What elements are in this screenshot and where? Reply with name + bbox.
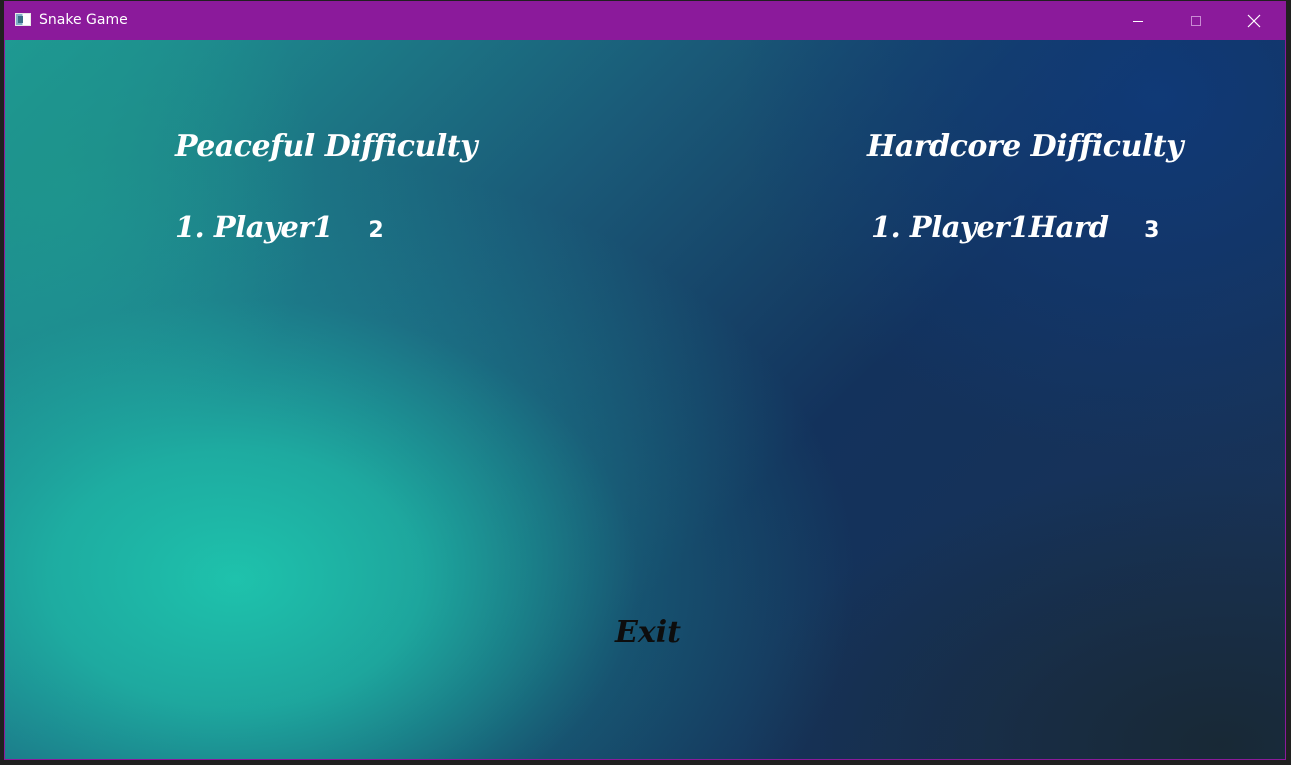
peaceful-score-entry: 1. Player1 2 bbox=[175, 210, 384, 244]
game-window: Snake Game Peaceful Difficulty Hardcore … bbox=[4, 1, 1286, 760]
app-window-icon bbox=[15, 13, 31, 26]
close-icon bbox=[1247, 14, 1261, 28]
title-bar[interactable]: Snake Game bbox=[5, 2, 1285, 40]
hardcore-difficulty-title: Hardcore Difficulty bbox=[867, 129, 1184, 164]
leaderboard-screen: Peaceful Difficulty Hardcore Difficulty … bbox=[5, 40, 1285, 759]
maximize-button[interactable] bbox=[1173, 2, 1219, 40]
window-title: Snake Game bbox=[39, 12, 128, 28]
maximize-icon bbox=[1191, 16, 1201, 26]
peaceful-difficulty-title: Peaceful Difficulty bbox=[175, 129, 478, 164]
entry-player-name: Player1 bbox=[213, 210, 333, 244]
entry-rank: 1. bbox=[871, 210, 901, 244]
entry-rank: 1. bbox=[175, 210, 205, 244]
entry-player-name: Player1Hard bbox=[909, 210, 1109, 244]
exit-button[interactable]: Exit bbox=[615, 615, 681, 650]
close-button[interactable] bbox=[1231, 2, 1277, 40]
hardcore-score-entry: 1. Player1Hard 3 bbox=[871, 210, 1159, 244]
minimize-icon bbox=[1133, 21, 1143, 22]
minimize-button[interactable] bbox=[1115, 2, 1161, 40]
desktop-background: Snake Game Peaceful Difficulty Hardcore … bbox=[0, 0, 1291, 765]
entry-score: 2 bbox=[368, 218, 384, 243]
entry-score: 3 bbox=[1144, 218, 1159, 243]
